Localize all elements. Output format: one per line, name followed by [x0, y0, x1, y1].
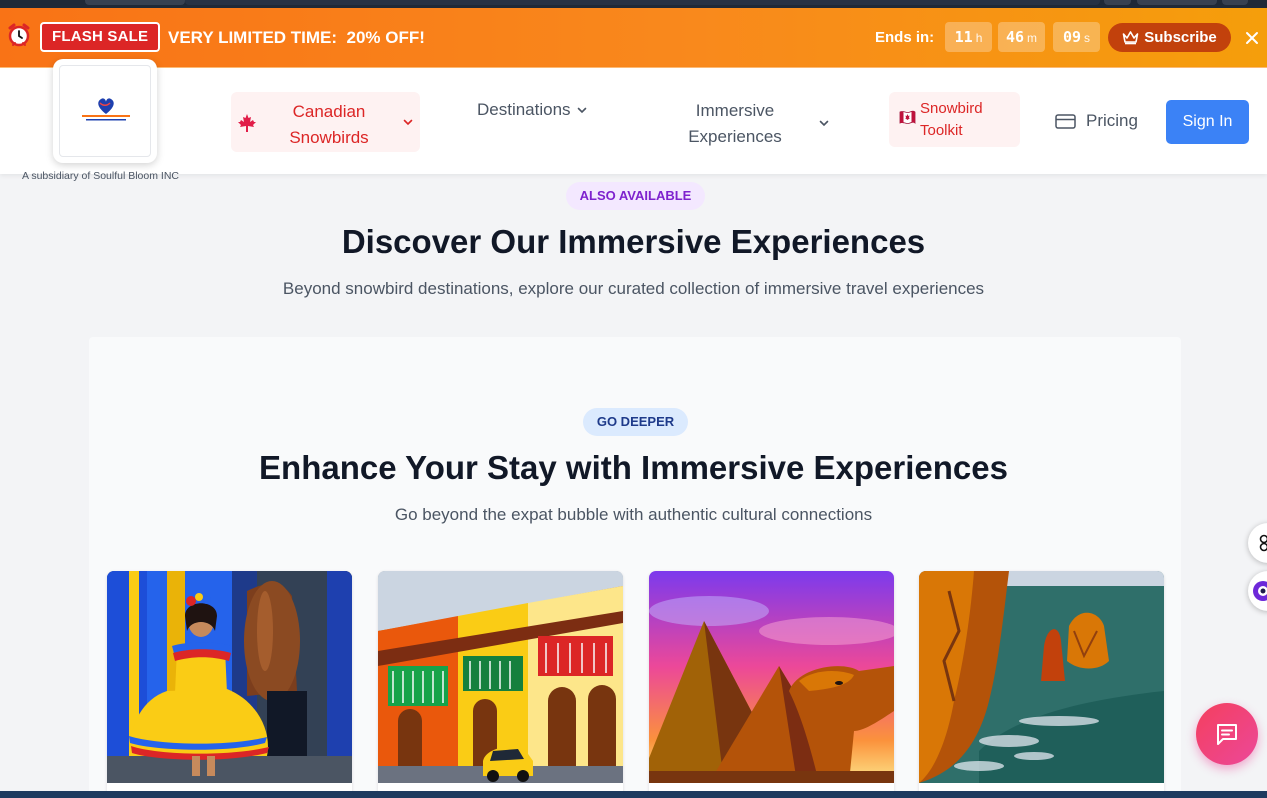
- accessibility-icon: [1253, 581, 1267, 601]
- pyramids-camel-photo: [649, 571, 894, 783]
- countdown-minutes: 46 m: [998, 22, 1045, 52]
- subsidiary-text: A subsidiary of Soulful Bloom INC: [22, 170, 179, 182]
- nav-canadian-snowbirds-label: Canadian Snowbirds: [289, 102, 369, 147]
- colombian-dancer-photo: [107, 571, 352, 783]
- nav-pricing-label: Pricing: [1086, 111, 1138, 130]
- intro-title: Discover Our Immersive Experiences: [341, 223, 926, 260]
- flash-sale-message: VERY LIMITED TIME: 20% OFF!: [168, 28, 425, 47]
- experience-card[interactable]: [919, 571, 1164, 798]
- nav-immersive-experiences[interactable]: Immersive Experiences: [660, 98, 829, 150]
- chat-bubble-icon: [1217, 724, 1237, 745]
- nav-destinations-label: Destinations: [477, 100, 571, 119]
- chevron-down-icon: [577, 107, 586, 114]
- subscribe-label: Subscribe: [1144, 29, 1217, 46]
- chevron-down-icon: [403, 119, 413, 126]
- maple-leaf-icon: [238, 114, 256, 132]
- go-deeper-badge: GO DEEPER: [583, 408, 688, 436]
- chat-button[interactable]: [1196, 703, 1258, 765]
- heart-logo-icon: [82, 98, 130, 121]
- colonial-street-photo: [378, 571, 623, 783]
- nav-pricing[interactable]: Pricing: [1055, 111, 1138, 131]
- close-icon[interactable]: [1243, 29, 1261, 47]
- flash-sale-banner: FLASH SALE VERY LIMITED TIME: 20% OFF! E…: [0, 8, 1267, 67]
- nav-canadian-snowbirds[interactable]: Canadian Snowbirds: [231, 92, 420, 152]
- experience-card[interactable]: [107, 571, 352, 798]
- experiences-subtitle: Go beyond the expat bubble with authenti…: [394, 505, 873, 524]
- credit-card-icon: [1055, 113, 1076, 129]
- sign-in-button[interactable]: Sign In: [1166, 100, 1249, 144]
- countdown-seconds: 09 s: [1053, 22, 1100, 52]
- countdown-hours: 11 h: [945, 22, 992, 52]
- countdown-label: Ends in:: [875, 29, 935, 46]
- chevron-down-icon: [819, 120, 829, 127]
- main-navigation: A subsidiary of Soulful Bloom INC Canadi…: [0, 59, 1267, 182]
- intro-subtitle: Beyond snowbird destinations, explore ou…: [282, 279, 985, 298]
- logo-image: [59, 65, 151, 157]
- nav-immersive-experiences-label: Immersive Experiences: [688, 101, 782, 146]
- nav-snowbird-toolkit[interactable]: Snowbird Toolkit: [889, 92, 1020, 147]
- bottom-bar: [0, 791, 1267, 798]
- canada-flag-icon: [899, 110, 916, 124]
- nav-snowbird-toolkit-label: Snowbird Toolkit: [920, 100, 983, 139]
- browser-top-strip: [0, 0, 1267, 8]
- side-widget-button[interactable]: [1248, 523, 1267, 563]
- side-accessibility-button[interactable]: [1248, 571, 1267, 611]
- nav-destinations[interactable]: Destinations: [477, 100, 588, 120]
- also-available-badge: ALSO AVAILABLE: [566, 182, 705, 210]
- subscribe-button[interactable]: Subscribe: [1108, 23, 1231, 52]
- site-logo[interactable]: [53, 59, 157, 163]
- experiences-title: Enhance Your Stay with Immersive Experie…: [259, 449, 1008, 486]
- experience-card[interactable]: [378, 571, 623, 798]
- link-icon: [1259, 534, 1267, 552]
- experience-card[interactable]: [649, 571, 894, 798]
- alarm-clock-icon: [8, 23, 30, 47]
- flash-sale-badge: FLASH SALE: [40, 22, 161, 52]
- coastal-cliffs-photo: [919, 571, 1164, 783]
- crown-icon: [1122, 31, 1139, 45]
